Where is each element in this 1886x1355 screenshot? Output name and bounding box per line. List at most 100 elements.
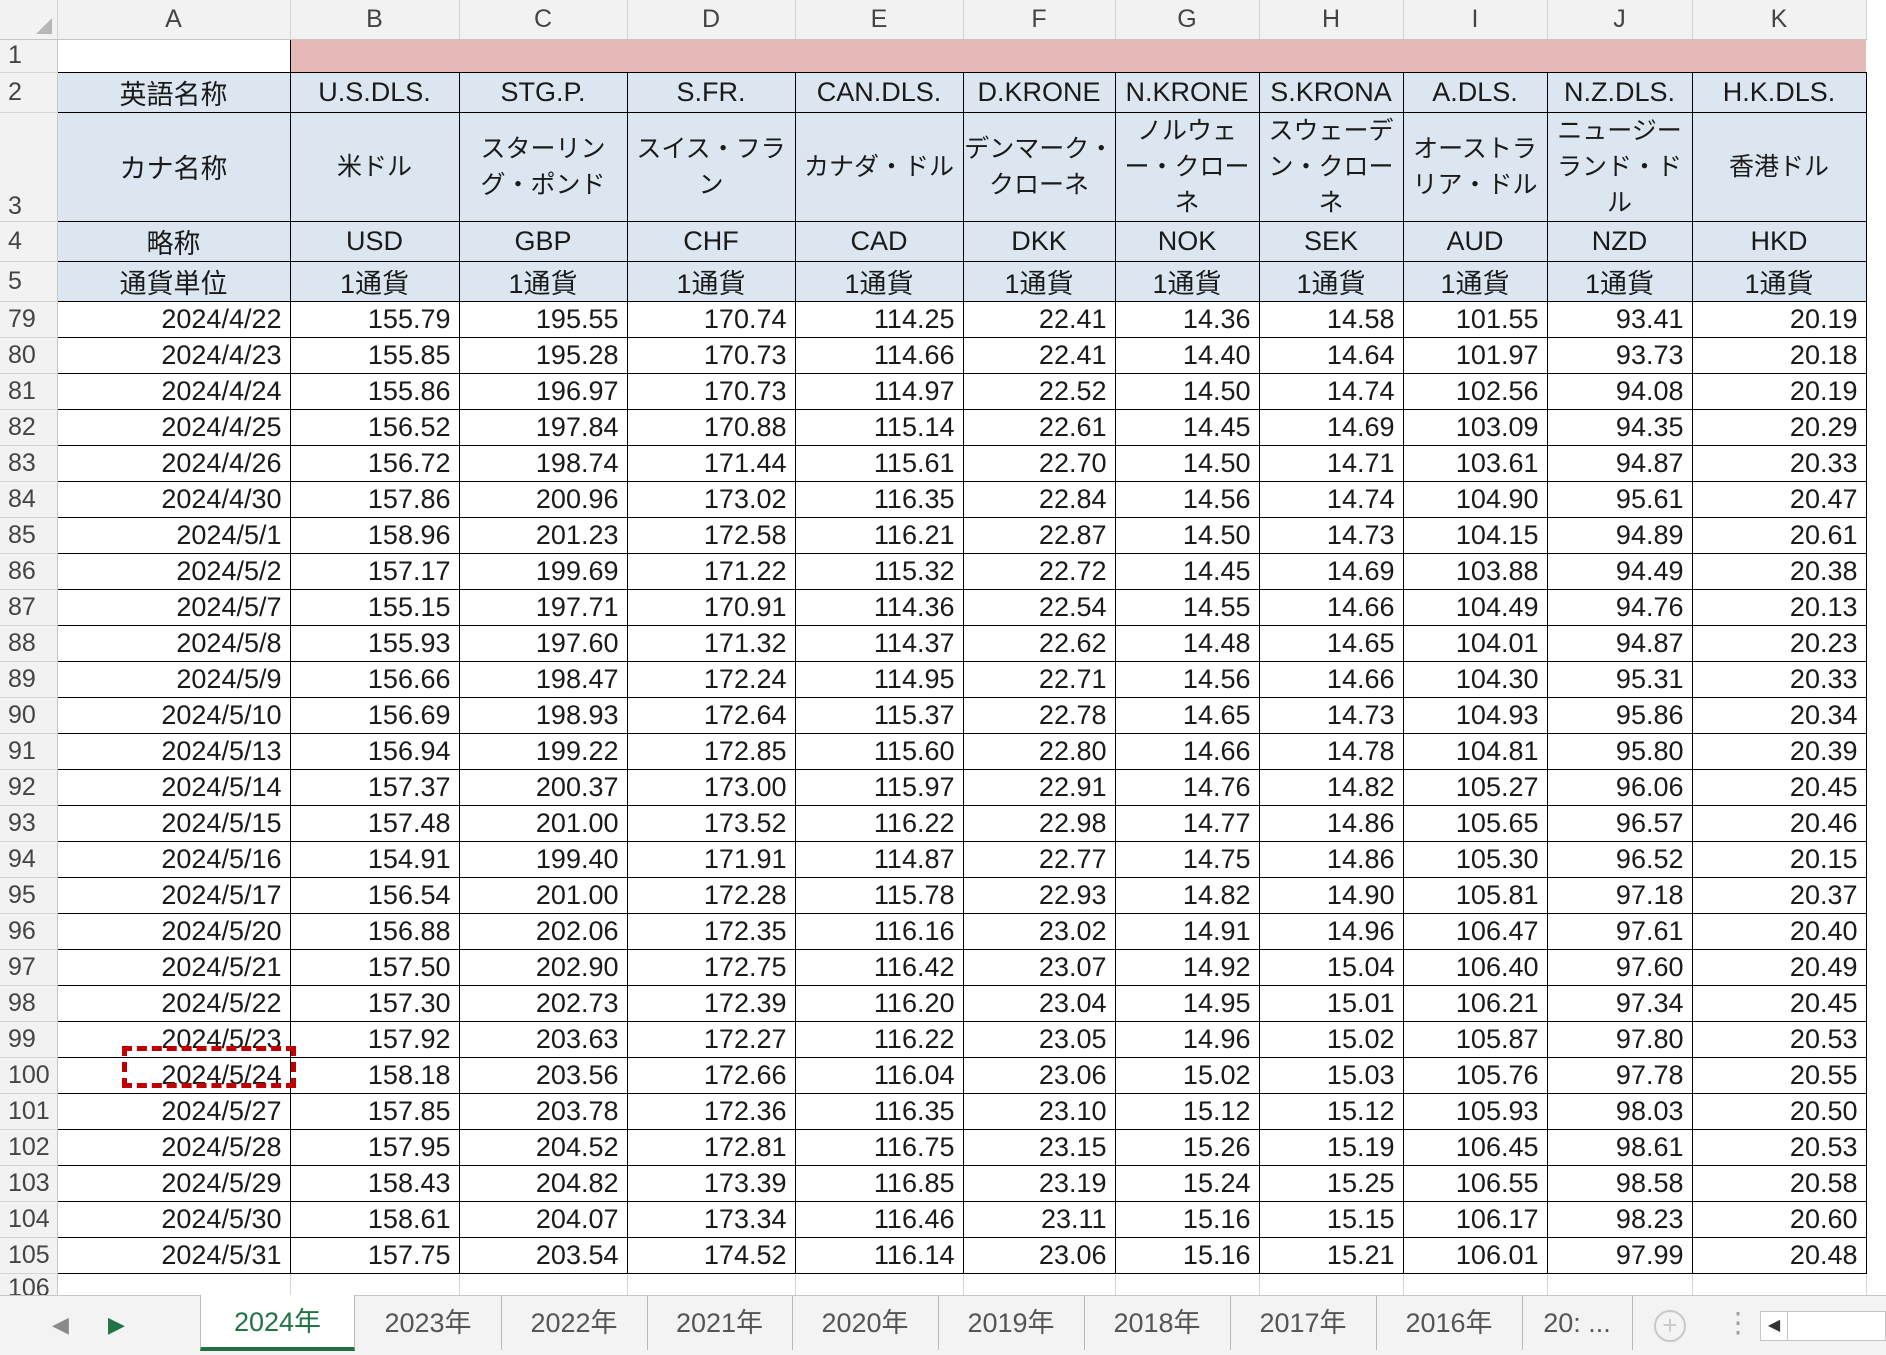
rate-cell[interactable]: 203.78 (458, 1092, 628, 1130)
rate-cell[interactable]: 20.19 (1691, 372, 1867, 410)
plus-circle-icon[interactable]: + (1654, 1310, 1686, 1342)
rate-cell[interactable]: 98.58 (1546, 1164, 1693, 1202)
rate-cell[interactable]: 14.76 (1114, 768, 1260, 806)
rate-cell[interactable]: 14.96 (1114, 1020, 1260, 1058)
rate-cell[interactable]: 172.58 (626, 516, 796, 554)
horizontal-scrollbar[interactable]: ◀ (1760, 1311, 1886, 1341)
row-header[interactable]: 5 (0, 261, 58, 302)
row-header[interactable]: 88 (0, 625, 58, 662)
header-value-cell[interactable]: HKD (1691, 220, 1867, 262)
rate-cell[interactable]: 14.45 (1114, 408, 1260, 446)
rate-cell[interactable]: 94.49 (1546, 552, 1693, 590)
rate-cell[interactable]: 114.37 (794, 624, 964, 662)
rate-cell[interactable]: 102.56 (1402, 372, 1548, 410)
rate-cell[interactable]: 20.23 (1691, 624, 1867, 662)
header-value-cell[interactable]: スウェーデン・クローネ (1258, 111, 1404, 222)
rate-cell[interactable]: 105.93 (1402, 1092, 1548, 1130)
date-cell[interactable]: 2024/5/29 (56, 1164, 291, 1202)
rate-cell[interactable]: 20.55 (1691, 1056, 1867, 1094)
rate-cell[interactable]: 116.21 (794, 516, 964, 554)
rate-cell[interactable]: 157.86 (289, 480, 460, 518)
rate-cell[interactable]: 94.76 (1546, 588, 1693, 626)
rate-cell[interactable]: 115.78 (794, 876, 964, 914)
rate-cell[interactable]: 22.41 (962, 336, 1116, 374)
row-header[interactable]: 82 (0, 409, 58, 446)
row-header[interactable]: 97 (0, 949, 58, 986)
rate-cell[interactable]: 101.55 (1402, 300, 1548, 338)
header-value-cell[interactable]: ノルウェー・クローネ (1114, 111, 1260, 222)
header-value-cell[interactable]: CHF (626, 220, 796, 262)
date-cell[interactable]: 2024/5/17 (56, 876, 291, 914)
rate-cell[interactable]: 22.78 (962, 696, 1116, 734)
rate-cell[interactable]: 97.60 (1546, 948, 1693, 986)
rate-cell[interactable]: 156.72 (289, 444, 460, 482)
sheet-tab[interactable]: 2021年 (647, 1296, 793, 1350)
sheet-tab[interactable]: 2024年 (200, 1295, 355, 1351)
rate-cell[interactable]: 156.52 (289, 408, 460, 446)
header-value-cell[interactable]: SEK (1258, 220, 1404, 262)
date-cell[interactable]: 2024/5/16 (56, 840, 291, 878)
header-value-cell[interactable]: 1通貨 (1691, 260, 1867, 302)
rate-cell[interactable]: 15.04 (1258, 948, 1404, 986)
rate-cell[interactable]: 14.95 (1114, 984, 1260, 1022)
rate-cell[interactable]: 106.47 (1402, 912, 1548, 950)
rate-cell[interactable]: 14.77 (1114, 804, 1260, 842)
rate-cell[interactable]: 14.96 (1258, 912, 1404, 950)
rate-cell[interactable]: 22.54 (962, 588, 1116, 626)
date-cell[interactable]: 2024/5/14 (56, 768, 291, 806)
rate-cell[interactable]: 116.46 (794, 1200, 964, 1238)
date-cell[interactable]: 2024/4/26 (56, 444, 291, 482)
rate-cell[interactable]: 94.87 (1546, 444, 1693, 482)
rate-cell[interactable]: 95.80 (1546, 732, 1693, 770)
rate-cell[interactable]: 20.48 (1691, 1236, 1867, 1274)
rate-cell[interactable]: 14.48 (1114, 624, 1260, 662)
rate-cell[interactable]: 170.73 (626, 372, 796, 410)
rate-cell[interactable]: 22.87 (962, 516, 1116, 554)
sheet-tab[interactable]: 2017年 (1230, 1296, 1377, 1350)
rate-cell[interactable]: 106.40 (1402, 948, 1548, 986)
rate-cell[interactable]: 201.00 (458, 876, 628, 914)
rate-cell[interactable]: 14.56 (1114, 480, 1260, 518)
row-header[interactable]: 81 (0, 373, 58, 410)
rate-cell[interactable]: 22.77 (962, 840, 1116, 878)
rate-cell[interactable]: 203.56 (458, 1056, 628, 1094)
rate-cell[interactable]: 96.57 (1546, 804, 1693, 842)
rate-cell[interactable]: 157.95 (289, 1128, 460, 1166)
column-header-b[interactable]: B (290, 0, 460, 40)
rate-cell[interactable]: 173.52 (626, 804, 796, 842)
rate-cell[interactable]: 14.91 (1114, 912, 1260, 950)
rate-cell[interactable]: 170.91 (626, 588, 796, 626)
rate-cell[interactable]: 96.52 (1546, 840, 1693, 878)
rate-cell[interactable]: 22.91 (962, 768, 1116, 806)
rate-cell[interactable]: 116.20 (794, 984, 964, 1022)
rate-cell[interactable]: 14.73 (1258, 696, 1404, 734)
column-header-d[interactable]: D (627, 0, 796, 40)
rate-cell[interactable]: 106.01 (1402, 1236, 1548, 1274)
rate-cell[interactable]: 116.35 (794, 1092, 964, 1130)
row-header[interactable]: 86 (0, 553, 58, 590)
date-cell[interactable]: 2024/4/23 (56, 336, 291, 374)
rate-cell[interactable]: 14.65 (1114, 696, 1260, 734)
rate-cell[interactable]: 14.58 (1258, 300, 1404, 338)
rate-cell[interactable]: 172.85 (626, 732, 796, 770)
rate-cell[interactable]: 114.97 (794, 372, 964, 410)
row-header[interactable]: 79 (0, 301, 58, 338)
rate-cell[interactable]: 14.50 (1114, 444, 1260, 482)
rate-cell[interactable]: 97.78 (1546, 1056, 1693, 1094)
cell-a1[interactable] (56, 38, 291, 73)
date-cell[interactable]: 2024/4/22 (56, 300, 291, 338)
sheet-tab[interactable]: 2023年 (355, 1296, 502, 1350)
rate-cell[interactable]: 198.47 (458, 660, 628, 698)
date-cell[interactable]: 2024/5/13 (56, 732, 291, 770)
header-value-cell[interactable]: ニュージーランド・ドル (1546, 111, 1693, 222)
rate-cell[interactable]: 20.13 (1691, 588, 1867, 626)
rate-cell[interactable]: 170.74 (626, 300, 796, 338)
date-cell[interactable]: 2024/5/15 (56, 804, 291, 842)
rate-cell[interactable]: 171.91 (626, 840, 796, 878)
rate-cell[interactable]: 14.74 (1258, 480, 1404, 518)
header-value-cell[interactable]: USD (289, 220, 460, 262)
rate-cell[interactable]: 97.99 (1546, 1236, 1693, 1274)
rate-cell[interactable]: 104.93 (1402, 696, 1548, 734)
rate-cell[interactable]: 104.30 (1402, 660, 1548, 698)
rate-cell[interactable]: 23.06 (962, 1236, 1116, 1274)
